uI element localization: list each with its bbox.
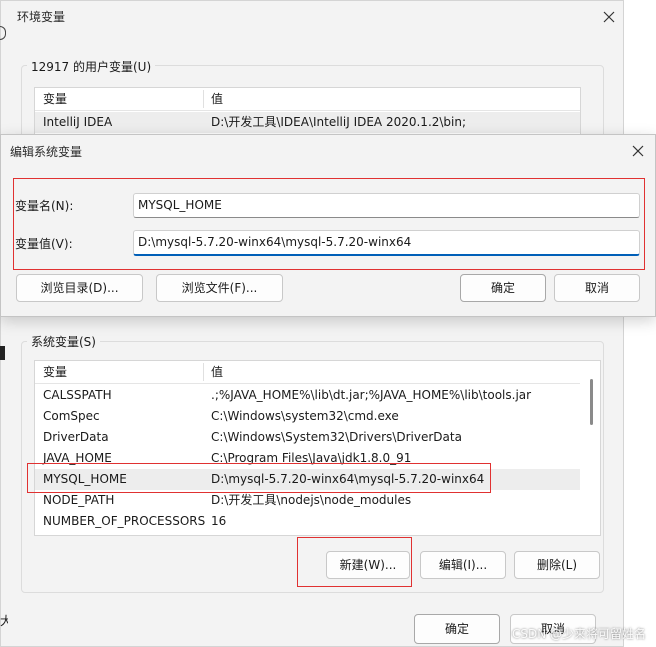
dialog-cancel-button[interactable]: 取消 (554, 274, 640, 302)
edit-button[interactable]: 编辑(I)... (420, 551, 506, 579)
window-title: 环境变量 (17, 10, 66, 24)
system-variables-title: 系统变量(S) (27, 333, 100, 350)
column-header-variable[interactable]: 变量 (43, 88, 67, 110)
var-value-label: 变量值(V): (15, 237, 73, 251)
vertical-scrollbar[interactable] (590, 379, 593, 425)
user-list-header: 变量 值 (35, 88, 580, 111)
env-ok-button[interactable]: 确定 (414, 614, 500, 644)
edit-variable-dialog: 编辑系统变量 变量名(N): MYSQL_HOME 变量值(V): D:\mys… (0, 134, 656, 317)
table-row[interactable]: ComSpec C:\Windows\system32\cmd.exe (35, 406, 580, 427)
table-row[interactable]: JAVA_HOME C:\Program Files\Java\jdk1.8.0… (35, 448, 580, 469)
table-row[interactable]: NUMBER_OF_PROCESSORS 16 (35, 511, 580, 532)
table-row[interactable]: CALSSPATH .;%JAVA_HOME%\lib\dt.jar;%JAVA… (35, 385, 580, 406)
table-row[interactable]: NODE_PATH D:\开发工具\nodejs\node_modules (35, 490, 580, 511)
system-list-header: 变量 值 (35, 361, 580, 384)
column-header-value[interactable]: 值 (211, 361, 223, 383)
dialog-ok-button[interactable]: 确定 (460, 274, 546, 302)
close-icon[interactable] (628, 141, 648, 161)
table-row[interactable]: DriverData C:\Windows\System32\Drivers\D… (35, 427, 580, 448)
background-fragment (0, 346, 5, 360)
delete-button[interactable]: 删除(L) (514, 551, 600, 579)
background-text-fragment: 大 (0, 614, 8, 628)
system-variables-list: 变量 值 CALSSPATH .;%JAVA_HOME%\lib\dt.jar;… (34, 360, 601, 536)
new-button[interactable]: 新建(W)... (326, 551, 410, 579)
list-item[interactable]: IntelliJ IDEA D:\开发工具\IDEA\IntelliJ IDEA… (35, 112, 580, 133)
table-row-selected[interactable]: MYSQL_HOME D:\mysql-5.7.20-winx64\mysql-… (35, 469, 580, 490)
var-value-field[interactable]: D:\mysql-5.7.20-winx64\mysql-5.7.20-winx… (133, 230, 640, 256)
browse-file-button[interactable]: 浏览文件(F)... (156, 274, 283, 302)
user-variables-title: 12917 的用户变量(U) (27, 58, 156, 75)
browse-directory-button[interactable]: 浏览目录(D)... (16, 274, 143, 302)
var-name-label: 变量名(N): (15, 199, 74, 213)
var-name-field[interactable]: MYSQL_HOME (133, 193, 640, 218)
close-icon[interactable] (599, 7, 619, 27)
column-header-value[interactable]: 值 (211, 88, 223, 110)
dialog-title: 编辑系统变量 (10, 145, 83, 159)
env-variables-window: 环境变量 12917 的用户变量(U) 变量 值 IntelliJ IDEA D… (0, 0, 624, 647)
watermark: CSDN @少来将可留姓名 (512, 627, 647, 641)
column-header-variable[interactable]: 变量 (43, 361, 67, 383)
